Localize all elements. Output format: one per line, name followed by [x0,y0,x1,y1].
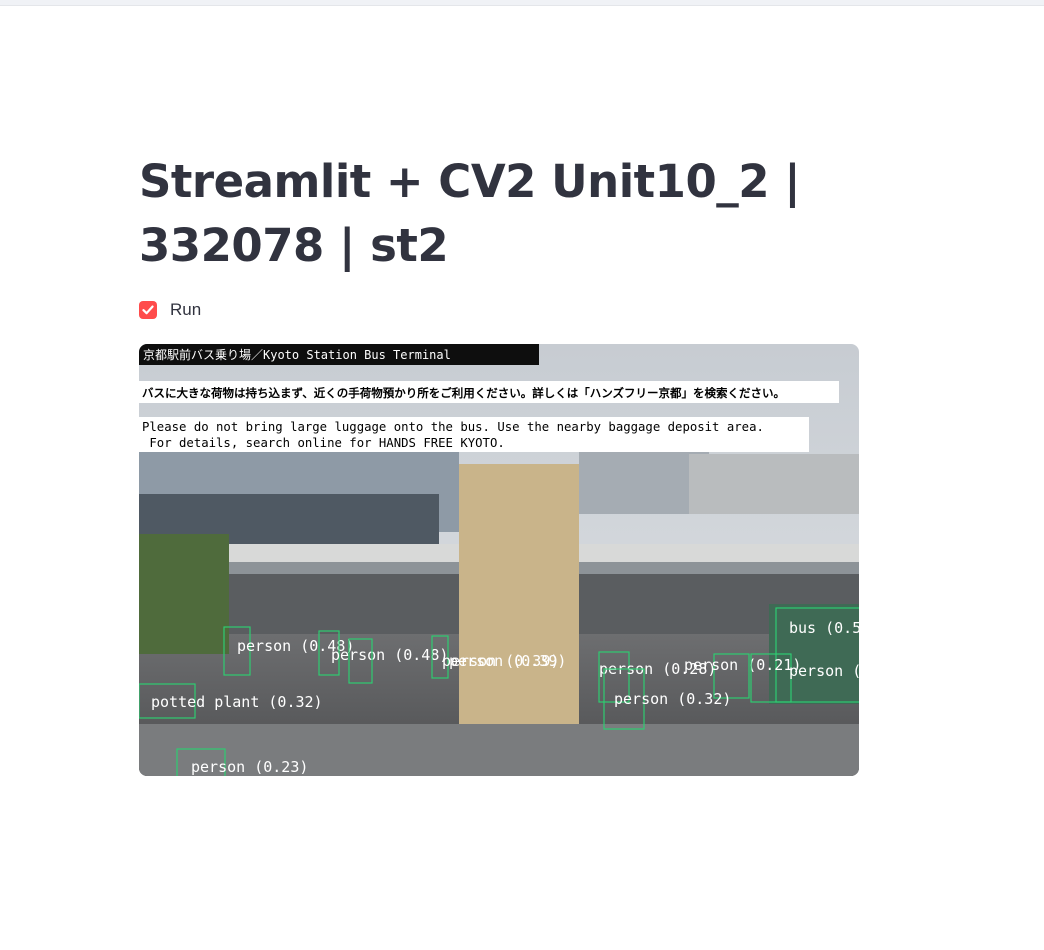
video-caption-title: 京都駅前バス乗り場／Kyoto Station Bus Terminal [143,347,451,362]
video-frame: 京都駅前バス乗り場／Kyoto Station Bus Terminal バスに… [139,344,859,776]
detection-label: potted plant (0.32) [151,693,323,711]
detection-label: person (0.26) [789,662,859,680]
detection-label: person (0.39) [449,652,566,670]
video-frame-image: 京都駅前バス乗り場／Kyoto Station Bus Terminal バスに… [139,344,859,776]
video-caption-notice-en-2: For details, search online for HANDS FRE… [142,436,505,450]
run-label: Run [170,300,202,319]
video-caption-notice-jp: バスに大きな荷物は持ち込まず、近くの手荷物預かり所をご利用ください。詳しくは「ハ… [142,386,785,400]
page-title: Streamlit + CV2 Unit10_2 | 332078 | st2 [139,155,801,272]
detection-label: person (0.23) [191,758,308,776]
detection-label: person (0.21) [684,656,801,674]
run-checkbox[interactable]: Run [139,299,201,321]
detection-label: person (0.32) [614,690,731,708]
checkbox-checked-icon[interactable] [139,301,157,319]
video-caption-notice-en-1: Please do not bring large luggage onto t… [142,420,764,434]
detection-label: bus (0.52) [789,619,859,637]
app-header-bar [0,0,1044,6]
